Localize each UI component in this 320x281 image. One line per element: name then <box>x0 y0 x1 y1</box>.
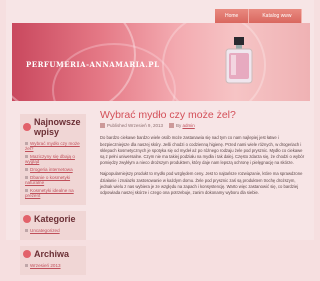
categories-widget: Kategorie Uncategorized <box>20 211 86 240</box>
author-info: By admin <box>168 123 195 129</box>
user-icon <box>168 123 174 129</box>
perfume-bottle-icon <box>225 37 253 84</box>
main-content: Wybrać mydło czy może żel? Published Wrz… <box>92 104 310 201</box>
post-meta: Published Wrzesień 9, 2013 By admin <box>100 123 310 129</box>
sidebar-link[interactable]: Kosmetyki idealne na prezent <box>25 188 83 198</box>
widget-title-text: Najnowsze wpisy <box>34 117 81 137</box>
top-nav: Home Katalog www <box>215 9 302 23</box>
newest-posts-widget: Najnowsze wpisy Wybrać mydło czy może że… <box>20 114 86 205</box>
archive-link[interactable]: Wrzesień 2013 <box>25 263 83 268</box>
widget-title: Kategorie <box>23 214 83 224</box>
header-banner: PERFUMERIA-ANNAMARIA.PL <box>12 23 310 101</box>
sidebar-link[interactable]: Wybrać mydło czy może żel? <box>25 141 83 151</box>
published-text: Published Wrzesień 9, 2013 <box>107 123 163 128</box>
category-link[interactable]: Uncategorized <box>25 228 83 233</box>
post-paragraph: Najpopularniejszy produkt to mydło pod w… <box>100 171 303 195</box>
post-paragraph: Do bardzo ciekawe bardzo wiele osób może… <box>100 135 305 166</box>
sidebar-link[interactable]: Dbanie o kosmetyki naturalne <box>25 175 83 185</box>
post-title[interactable]: Wybrać mydło czy może żel? <box>100 109 310 121</box>
published-date: Published Wrzesień 9, 2013 <box>100 123 163 129</box>
nav-home[interactable]: Home <box>215 9 250 23</box>
sidebar: Najnowsze wpisy Wybrać mydło czy może że… <box>20 114 86 281</box>
author-link[interactable]: admin <box>182 123 194 128</box>
widget-title: Archiwa <box>23 249 83 259</box>
archives-widget: Archiwa Wrzesień 2013 <box>20 246 86 275</box>
author-prefix: By <box>175 123 182 128</box>
site-logo[interactable]: PERFUMERIA-ANNAMARIA.PL <box>26 60 160 69</box>
widget-title: Najnowsze wpisy <box>23 117 83 137</box>
post-body: Do bardzo ciekawe bardzo wiele osób może… <box>100 135 306 196</box>
nav-catalog[interactable]: Katalog www <box>249 9 302 23</box>
page: Home Katalog www PERFUMERIA-ANNAMARIA.PL… <box>6 0 314 275</box>
bullet-icon <box>23 250 31 258</box>
sidebar-link[interactable]: Maziczyny się dbają o wygląd <box>25 154 83 164</box>
sidebar-link[interactable]: Drogeria internetowa <box>25 167 83 172</box>
bullet-icon <box>23 123 31 131</box>
widget-title-text: Archiwa <box>34 249 70 259</box>
calendar-icon <box>100 123 105 129</box>
bullet-icon <box>23 215 31 223</box>
widget-title-text: Kategorie <box>34 214 76 224</box>
